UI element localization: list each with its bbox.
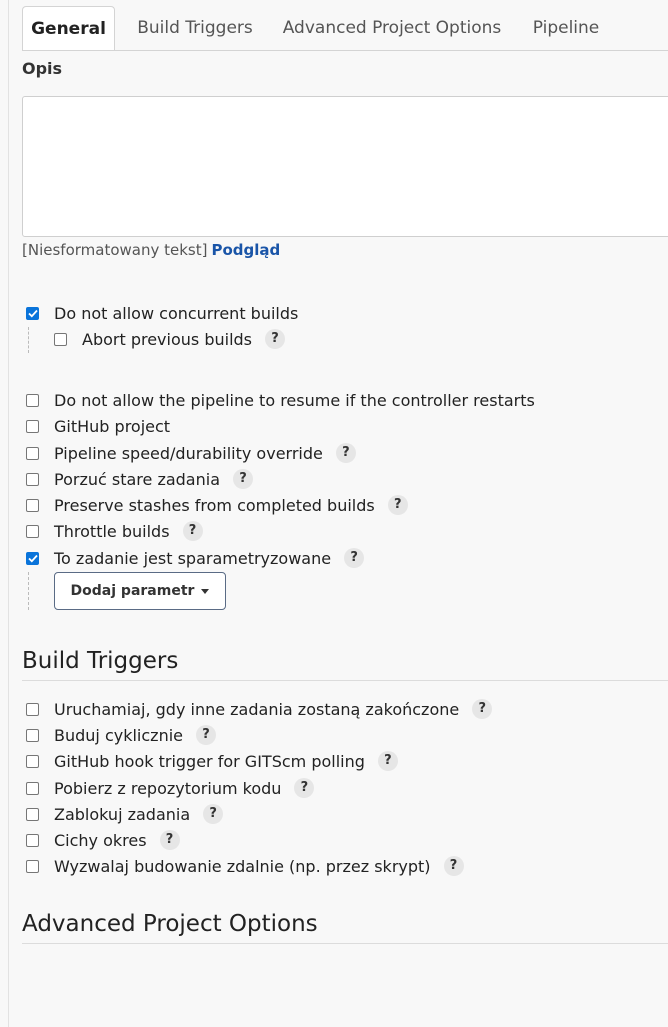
help-icon[interactable]: ? bbox=[196, 725, 216, 745]
help-icon[interactable]: ? bbox=[377, 751, 398, 771]
checkbox[interactable] bbox=[26, 859, 39, 873]
preview-link[interactable]: Podgląd bbox=[211, 241, 280, 259]
checkbox[interactable] bbox=[26, 393, 39, 407]
help-icon[interactable]: ? bbox=[182, 521, 203, 541]
checkbox[interactable] bbox=[26, 498, 39, 512]
add-parameter-button[interactable]: Dodaj parametr bbox=[54, 572, 226, 610]
checkbox-checked[interactable] bbox=[26, 551, 39, 565]
option-discard-old-builds[interactable]: Porzuć stare zadania ? bbox=[26, 467, 253, 491]
tab-advanced-project-options[interactable]: Advanced Project Options bbox=[280, 6, 504, 50]
option-throttle-builds[interactable]: Throttle builds ? bbox=[26, 519, 203, 543]
build-triggers-heading: Build Triggers bbox=[22, 648, 179, 674]
tab-bar: General Build Triggers Advanced Project … bbox=[22, 6, 668, 50]
nested-guide-line bbox=[28, 327, 29, 353]
trigger-github-hook[interactable]: GitHub hook trigger for GITScm polling ? bbox=[26, 749, 398, 773]
checkbox[interactable] bbox=[26, 524, 39, 538]
help-icon[interactable]: ? bbox=[159, 830, 180, 850]
option-label: Do not allow concurrent builds bbox=[54, 303, 299, 323]
format-note: [Niesformatowany tekst] Podgląd bbox=[22, 241, 280, 259]
option-github-project[interactable]: GitHub project bbox=[26, 414, 170, 438]
help-icon[interactable]: ? bbox=[335, 443, 356, 463]
option-parameterized[interactable]: To zadanie jest sparametryzowane ? bbox=[26, 546, 365, 570]
description-textarea[interactable] bbox=[22, 96, 668, 237]
checkbox[interactable] bbox=[26, 833, 39, 847]
option-label: Do not allow the pipeline to resume if t… bbox=[54, 390, 535, 410]
option-label: Uruchamiaj, gdy inne zadania zostaną zak… bbox=[54, 699, 460, 719]
option-label: Wyzwalaj budowanie zdalnie (np. przez sk… bbox=[54, 856, 431, 876]
tab-build-triggers[interactable]: Build Triggers bbox=[132, 6, 258, 50]
option-preserve-stashes[interactable]: Preserve stashes from completed builds ? bbox=[26, 493, 408, 517]
option-no-concurrent-builds[interactable]: Do not allow concurrent builds bbox=[26, 301, 298, 325]
help-icon[interactable]: ? bbox=[203, 804, 224, 824]
trigger-build-periodically[interactable]: Buduj cyklicznie ? bbox=[26, 723, 216, 747]
help-icon[interactable]: ? bbox=[443, 856, 464, 876]
option-label: Throttle builds bbox=[54, 521, 170, 541]
option-label: GitHub project bbox=[54, 416, 171, 436]
checkbox[interactable] bbox=[26, 702, 39, 716]
option-pipeline-durability[interactable]: Pipeline speed/durability override ? bbox=[26, 441, 356, 465]
advanced-options-heading: Advanced Project Options bbox=[22, 911, 318, 937]
section-divider bbox=[22, 680, 668, 681]
checkbox[interactable] bbox=[26, 754, 39, 768]
option-label: GitHub hook trigger for GITScm polling bbox=[54, 751, 365, 771]
help-icon[interactable]: ? bbox=[344, 548, 365, 568]
help-icon[interactable]: ? bbox=[472, 699, 493, 719]
option-label: Pobierz z repozytorium kodu bbox=[54, 778, 282, 798]
tab-divider bbox=[22, 50, 668, 51]
nested-guide-line bbox=[28, 572, 29, 610]
description-label: Opis bbox=[22, 59, 63, 78]
help-icon[interactable]: ? bbox=[265, 329, 285, 349]
checkbox[interactable] bbox=[26, 446, 39, 460]
help-icon[interactable]: ? bbox=[387, 495, 408, 515]
option-label: Pipeline speed/durability override bbox=[54, 443, 323, 463]
checkbox[interactable] bbox=[54, 332, 67, 346]
option-label: Cichy okres bbox=[54, 830, 147, 850]
checkbox[interactable] bbox=[26, 807, 39, 821]
trigger-quiet-period[interactable]: Cichy okres ? bbox=[26, 828, 180, 852]
tab-pipeline[interactable]: Pipeline bbox=[526, 6, 606, 50]
trigger-after-other-projects[interactable]: Uruchamiaj, gdy inne zadania zostaną zak… bbox=[26, 697, 493, 721]
help-icon[interactable]: ? bbox=[233, 469, 253, 489]
caret-down-icon bbox=[201, 588, 210, 594]
tab-general[interactable]: General bbox=[22, 6, 115, 50]
page-left-border bbox=[8, 0, 9, 1027]
help-icon[interactable]: ? bbox=[294, 778, 315, 798]
checkbox[interactable] bbox=[26, 781, 39, 795]
format-note-text: [Niesformatowany tekst] bbox=[22, 241, 208, 259]
trigger-remote-build[interactable]: Wyzwalaj budowanie zdalnie (np. przez sk… bbox=[26, 854, 464, 878]
option-label: Preserve stashes from completed builds bbox=[54, 495, 375, 515]
add-parameter-label: Dodaj parametr bbox=[70, 583, 195, 599]
trigger-poll-scm[interactable]: Pobierz z repozytorium kodu ? bbox=[26, 776, 315, 800]
option-label: To zadanie jest sparametryzowane bbox=[54, 548, 332, 568]
option-label: Abort previous builds bbox=[82, 329, 252, 349]
checkbox[interactable] bbox=[26, 419, 39, 433]
section-divider bbox=[22, 943, 668, 944]
option-no-resume[interactable]: Do not allow the pipeline to resume if t… bbox=[26, 388, 535, 412]
option-label: Buduj cyklicznie bbox=[54, 725, 183, 745]
option-abort-previous-builds[interactable]: Abort previous builds ? bbox=[54, 327, 285, 351]
option-label: Porzuć stare zadania bbox=[54, 469, 220, 489]
checkbox-checked[interactable] bbox=[26, 306, 39, 320]
option-label: Zablokuj zadania bbox=[54, 804, 191, 824]
checkbox[interactable] bbox=[26, 472, 39, 486]
checkbox[interactable] bbox=[26, 728, 39, 742]
trigger-block-jobs[interactable]: Zablokuj zadania ? bbox=[26, 802, 224, 826]
